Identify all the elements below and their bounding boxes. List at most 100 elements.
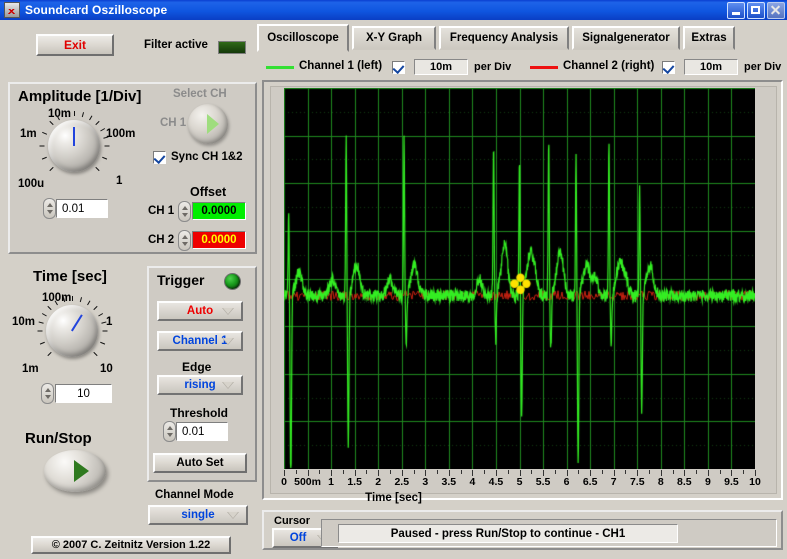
channel-2-per-div-label: per Div	[744, 61, 782, 73]
channel-mode-value: single	[181, 509, 215, 521]
knob-scale-tick	[73, 111, 75, 116]
select-ch-value: CH 1	[160, 117, 187, 129]
trigger-led	[224, 273, 241, 290]
tab-label: X-Y Graph	[365, 32, 423, 44]
x-tick-label: 6.5	[582, 476, 598, 488]
knob-scale-tick	[39, 145, 44, 147]
offset-ch1-value[interactable]: 0.0000	[192, 202, 246, 220]
amplitude-knob[interactable]	[48, 120, 100, 172]
threshold-spinner[interactable]	[163, 421, 176, 442]
threshold-value-field[interactable]: 0.01	[176, 422, 228, 441]
run-stop-button[interactable]	[44, 450, 106, 492]
trigger-mode-dropdown[interactable]: Auto	[157, 301, 243, 321]
sync-ch-checkbox[interactable]	[153, 151, 166, 164]
trigger-threshold-label: Threshold	[170, 406, 229, 420]
offset-ch2-value[interactable]: 0.0000	[192, 231, 246, 249]
exit-button[interactable]: Exit	[36, 34, 114, 56]
knob-scale-tick	[39, 341, 45, 345]
x-tick-minor	[484, 470, 486, 474]
trigger-panel	[147, 266, 257, 482]
tab-oscilloscope[interactable]: Oscilloscope	[257, 24, 349, 52]
x-tick-minor	[625, 470, 627, 474]
x-axis-title: Time [sec]	[365, 492, 422, 504]
channel-2-per-div-value[interactable]: 10m	[684, 59, 738, 75]
amplitude-value-field[interactable]: 0.01	[56, 199, 108, 218]
select-ch-knob[interactable]	[188, 104, 228, 144]
x-tick-label: 4.5	[488, 476, 504, 488]
cursor-label: Cursor	[274, 515, 311, 527]
tab-frequency-analysis[interactable]: Frequency Analysis	[439, 26, 569, 50]
channel-mode-dropdown[interactable]: single	[148, 505, 248, 525]
x-tick-minor	[743, 470, 745, 474]
chevron-down-icon	[222, 308, 234, 315]
knob-scale-tick	[102, 330, 107, 332]
time-cap-1m: 1m	[22, 363, 39, 375]
x-tick-minor	[437, 470, 439, 474]
minimize-icon	[728, 3, 744, 18]
channel-1-per-div-value[interactable]: 10m	[414, 59, 468, 75]
x-tick-minor	[649, 470, 651, 474]
sync-ch-label: Sync CH 1&2	[171, 151, 243, 163]
oscilloscope-app-icon	[4, 2, 20, 18]
channel-1-color-swatch	[266, 66, 294, 69]
knob-pointer	[71, 314, 83, 332]
select-ch-label: Select CH	[173, 88, 227, 100]
channel-2-enable-checkbox[interactable]	[662, 61, 675, 74]
x-tick-label: 1.5	[347, 476, 362, 488]
tab-extras[interactable]: Extras	[683, 26, 735, 50]
trigger-title: Trigger	[157, 272, 205, 288]
maximize-button[interactable]	[747, 2, 765, 19]
x-tick-minor	[554, 470, 556, 474]
knob-pointer	[73, 127, 75, 146]
channel-2-color-swatch	[530, 66, 558, 69]
tab-x-y-graph[interactable]: X-Y Graph	[352, 26, 436, 50]
x-tick-label: 3.5	[441, 476, 457, 488]
knob-scale-tick	[38, 321, 44, 324]
knob-scale-tick	[46, 351, 52, 357]
close-button[interactable]	[767, 2, 785, 19]
amplitude-cap-100u: 100u	[18, 178, 45, 190]
channel-1-enable-checkbox[interactable]	[392, 61, 405, 74]
window-titlebar[interactable]: Soundcard Oszilloscope	[0, 0, 787, 20]
trigger-source-dropdown[interactable]: Channel 1	[157, 331, 243, 351]
amplitude-spinner[interactable]	[43, 198, 56, 219]
x-tick-minor	[389, 470, 391, 474]
time-spinner[interactable]	[41, 383, 54, 404]
time-cap-10m: 10m	[12, 316, 36, 328]
auto-set-button[interactable]: Auto Set	[153, 453, 247, 473]
minimize-button[interactable]	[727, 2, 745, 19]
knob-scale-tick	[86, 300, 90, 306]
knob-scale-tick	[92, 305, 98, 311]
trigger-edge-label: Edge	[182, 360, 212, 374]
x-tick-label: 6	[563, 476, 570, 488]
trigger-edge-dropdown[interactable]: rising	[157, 375, 243, 395]
offset-ch2-label: CH 2	[148, 234, 175, 246]
x-tick-label: 8.5	[677, 476, 692, 488]
x-tick-minor	[507, 470, 509, 474]
tab-bar: Oscilloscope X-Y Graph Frequency Analysis S…	[257, 24, 785, 52]
time-knob[interactable]	[46, 305, 98, 357]
x-tick-label: 7	[610, 476, 617, 488]
time-value-field[interactable]: 10	[55, 384, 112, 403]
channel-1-label: Channel 1 (left)	[299, 60, 383, 72]
x-tick-minor	[342, 470, 344, 474]
offset-ch2-spinner[interactable]	[178, 230, 191, 251]
maximize-icon	[748, 3, 764, 18]
time-title: Time [sec]	[33, 268, 107, 285]
tab-signalgenerator[interactable]: Signalgenerator	[572, 26, 680, 50]
x-tick-minor	[672, 470, 674, 474]
channel-1-per-div-label: per Div	[474, 61, 512, 73]
tab-label: Extras	[691, 32, 727, 44]
time-cap-10: 10	[100, 363, 113, 375]
knob-scale-tick	[71, 296, 73, 301]
knob-scale-tick	[97, 313, 103, 317]
oscilloscope-plot[interactable]	[284, 88, 755, 469]
window-buttons	[727, 2, 785, 19]
x-tick-label: 7.5	[629, 476, 645, 488]
channel-2-label: Channel 2 (right)	[563, 60, 655, 72]
x-tick-label: 500m	[294, 476, 321, 488]
close-icon	[768, 3, 784, 18]
offset-ch1-spinner[interactable]	[178, 201, 191, 222]
trigger-source-value: Channel 1	[172, 335, 228, 347]
channel-settings-row: Channel 1 (left) 10m per Div Channel 2 (rig…	[266, 58, 786, 78]
